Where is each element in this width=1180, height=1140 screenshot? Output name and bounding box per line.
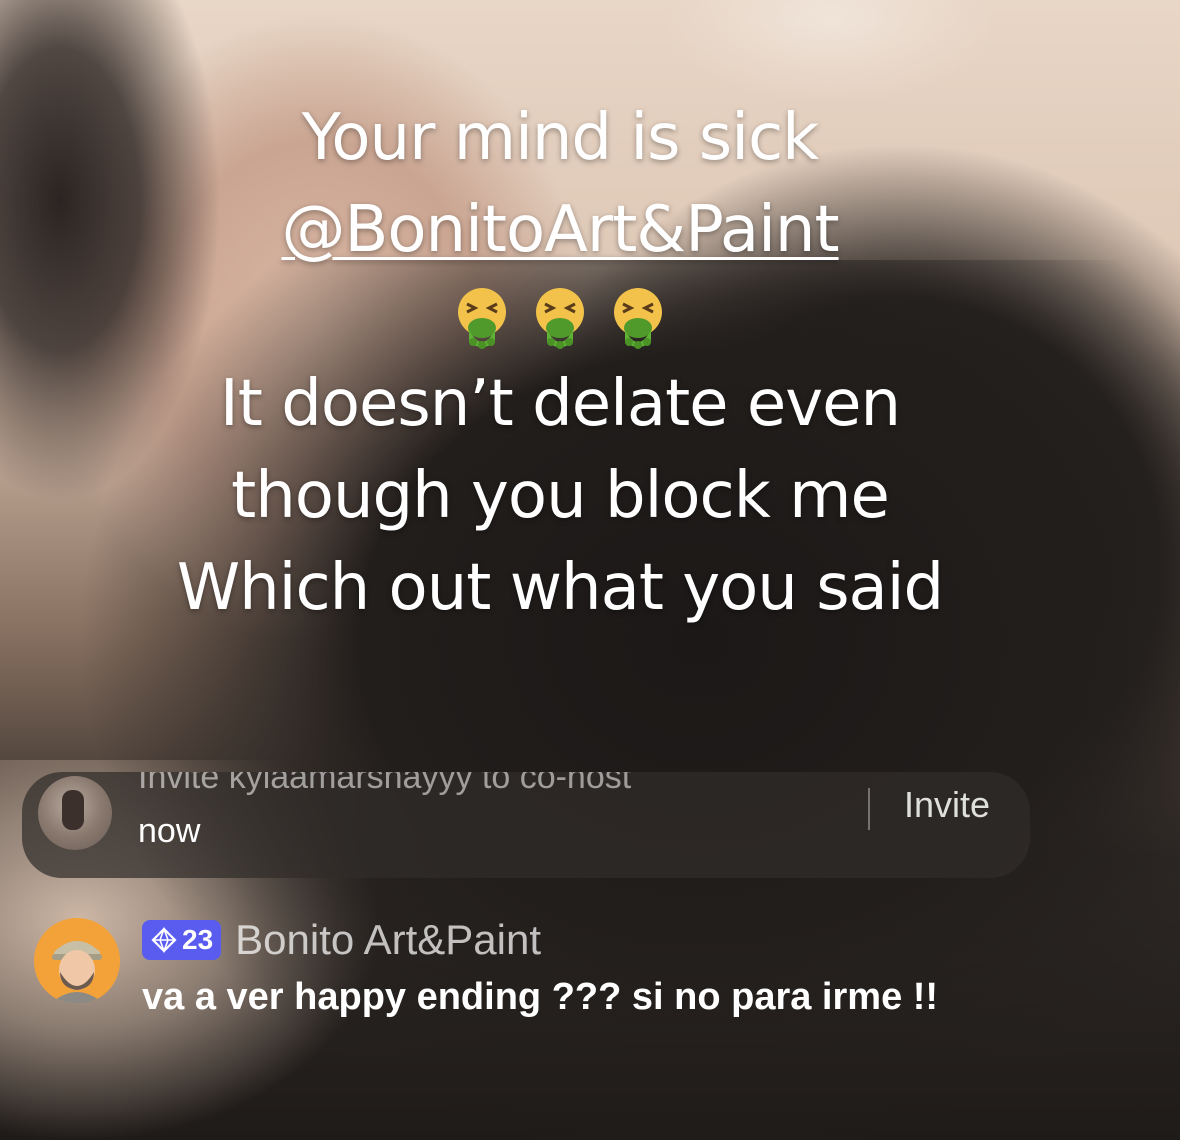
vomiting-face-icon — [605, 284, 671, 350]
caption-line-5: Which out what you said — [176, 551, 944, 625]
invite-button[interactable]: Invite — [904, 784, 990, 826]
commenter-username[interactable]: Bonito Art&Paint — [235, 916, 541, 964]
comment-header: 23 Bonito Art&Paint — [142, 916, 541, 964]
vomiting-face-icon — [449, 284, 515, 350]
comment-text: va a ver happy ending ??? si no para irm… — [142, 976, 939, 1018]
diamond-icon — [151, 926, 177, 954]
caption-emoji-row — [0, 276, 1120, 358]
caption-line-1: Your mind is sick — [301, 101, 819, 175]
invite-title: Invite kylaamarshayyy to co-host — [138, 772, 632, 796]
cohost-invite-banner: Invite kylaamarshayyy to co-host now Inv… — [22, 772, 1030, 878]
invite-divider — [868, 788, 870, 830]
invitee-avatar[interactable] — [38, 776, 112, 850]
commenter-avatar[interactable] — [34, 918, 120, 1004]
invite-timestamp: now — [138, 812, 201, 850]
overlay-caption: Your mind is sick @BonitoArt&Paint It do… — [0, 92, 1120, 634]
vomiting-face-icon — [527, 284, 593, 350]
badge-level: 23 — [182, 924, 214, 955]
caption-line-4: though you block me — [231, 459, 890, 533]
caption-mention[interactable]: @BonitoArt&Paint — [0, 184, 1120, 276]
caption-line-3: It doesn’t delate even — [219, 367, 901, 441]
fan-level-badge: 23 — [142, 920, 222, 960]
